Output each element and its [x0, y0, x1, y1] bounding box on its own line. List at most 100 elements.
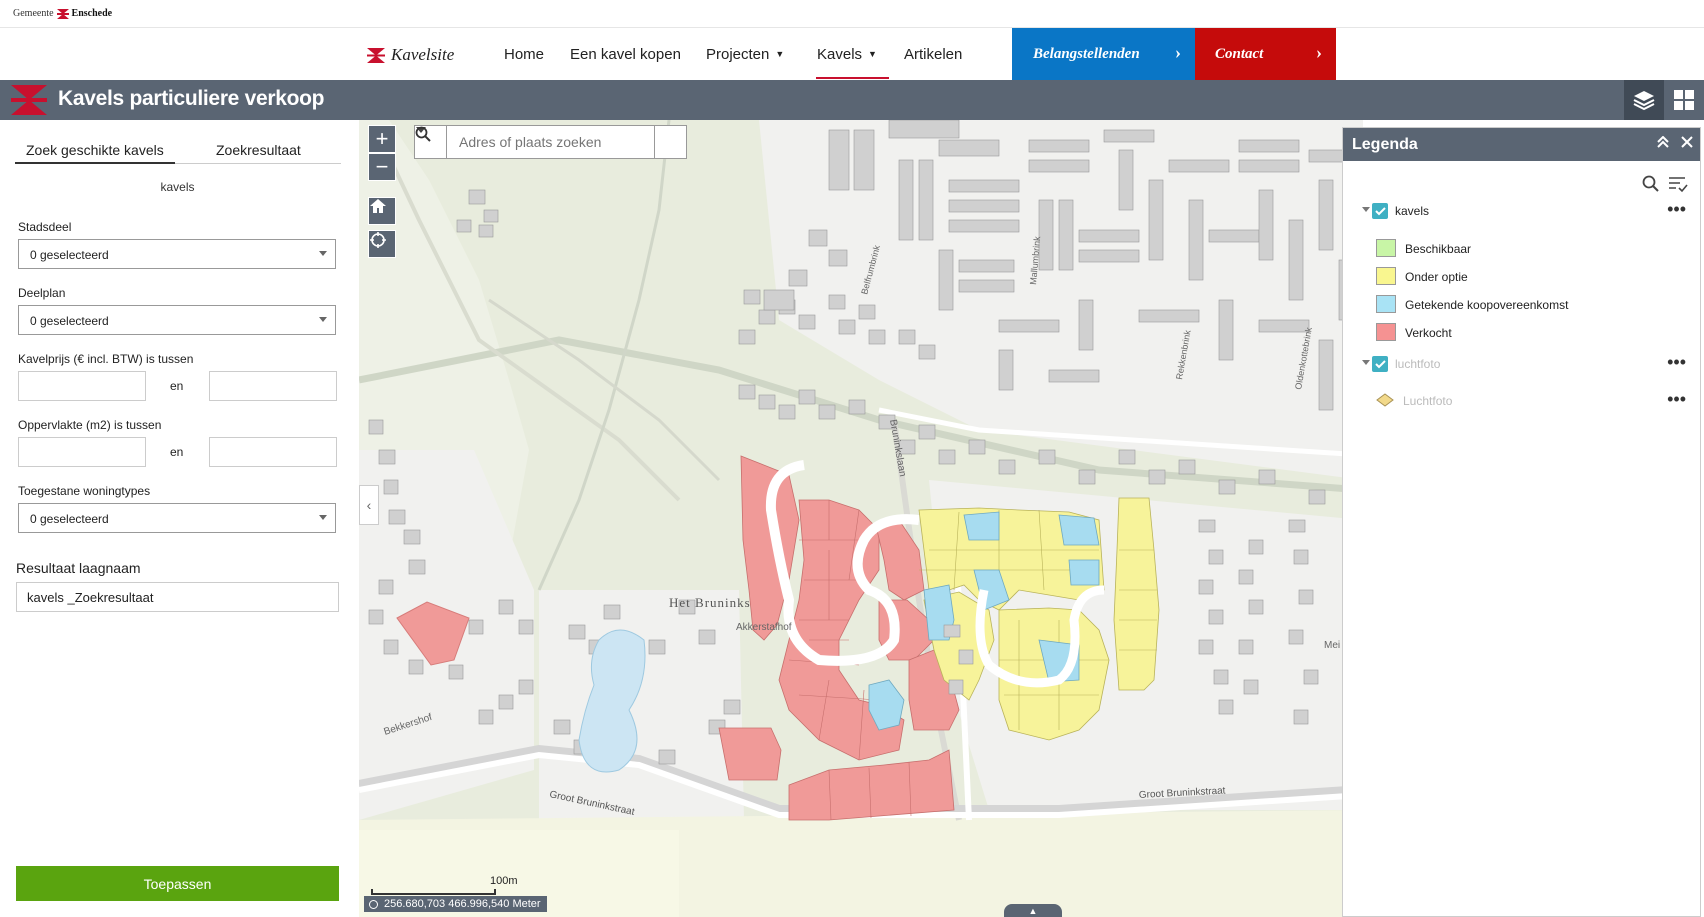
legend-item-luchtfoto: Luchtfoto •••: [1343, 389, 1700, 415]
legend-item-getekende-koopovereenkomst: Getekende koopovereenkomst: [1343, 295, 1700, 319]
chevron-right-icon: ›: [1175, 42, 1181, 62]
search-button[interactable]: [415, 126, 686, 158]
stadsdeel-select[interactable]: 0 geselecteerd: [18, 239, 336, 269]
legend-title: Legenda: [1352, 136, 1418, 153]
result-layer-label: Resultaat laagnaam: [16, 560, 141, 576]
coordinate-text: 256.680,703 466.996,540 Meter: [384, 898, 541, 910]
stadsdeel-value: 0 geselecteerd: [30, 248, 109, 262]
swatch-getekende-koopovereenkomst: [1376, 295, 1396, 313]
legend-item-onder-optie: Onder optie: [1343, 267, 1700, 291]
legend-search-icon[interactable]: [1642, 175, 1660, 193]
more-options-icon[interactable]: •••: [1667, 352, 1686, 373]
expand-arrow-icon[interactable]: [1362, 360, 1370, 365]
brand-prefix: Gemeente: [13, 8, 54, 19]
deelplan-value: 0 geselecteerd: [30, 314, 109, 328]
search-input[interactable]: [447, 126, 654, 158]
label-het-bruninks: Het Bruninks: [669, 595, 751, 610]
nav-projecten[interactable]: Projecten ▼: [706, 46, 784, 63]
contact-button[interactable]: Contact ›: [1195, 28, 1336, 80]
kavelsite-logo[interactable]: Kavelsite: [367, 45, 454, 65]
woningtypes-value: 0 geselecteerd: [30, 512, 109, 526]
enschede-logo-icon: [367, 47, 385, 63]
deelplan-label: Deelplan: [18, 286, 66, 300]
layer-row-luchtfoto[interactable]: luchtfoto •••: [1343, 352, 1700, 378]
nav-een-kavel-kopen[interactable]: Een kavel kopen: [570, 46, 681, 63]
locate-button[interactable]: [368, 230, 396, 258]
search-box: [414, 125, 687, 159]
more-options-icon[interactable]: •••: [1667, 199, 1686, 220]
dropdown-arrow-icon: [319, 317, 327, 322]
zoom-out-button[interactable]: −: [368, 153, 396, 181]
more-options-icon[interactable]: •••: [1667, 389, 1686, 410]
label-akkerstafhof: Akkerstafhof: [736, 622, 792, 633]
grid-icon: [1674, 90, 1694, 110]
legend-label-verkocht: Verkocht: [1405, 326, 1452, 340]
stadsdeel-label: Stadsdeel: [18, 220, 72, 234]
nav-artikelen[interactable]: Artikelen: [904, 46, 962, 63]
nav-kavels[interactable]: Kavels ▼: [817, 46, 877, 63]
tab-zoekresultaat[interactable]: Zoekresultaat: [216, 142, 301, 158]
belangstellenden-button[interactable]: Belangstellenden ›: [1012, 28, 1195, 80]
nav-projecten-label: Projecten: [706, 46, 770, 63]
scale-line: [371, 889, 496, 895]
attribute-table-toggle[interactable]: ▲: [1004, 904, 1062, 917]
collapse-icon[interactable]: [1656, 135, 1670, 152]
oppervlakte-label: Oppervlakte (m2) is tussen: [18, 418, 162, 432]
x-icon: [1681, 136, 1693, 148]
swatch-beschikbaar: [1376, 239, 1396, 257]
collapse-panel-button[interactable]: ‹: [359, 485, 379, 525]
home-button[interactable]: [368, 197, 396, 225]
filter-list-icon[interactable]: [1668, 175, 1688, 193]
coordinate-readout[interactable]: 256.680,703 466.996,540 Meter: [364, 896, 547, 912]
layer-row-kavels[interactable]: kavels •••: [1343, 199, 1700, 225]
legend-item-beschikbaar: Beschikbaar: [1343, 239, 1700, 263]
expand-arrow-icon[interactable]: [1362, 207, 1370, 212]
swatch-onder-optie: [1376, 267, 1396, 285]
caret-down-icon: ▼: [868, 49, 877, 59]
deelplan-select[interactable]: 0 geselecteerd: [18, 305, 336, 335]
nav-home[interactable]: Home: [504, 46, 544, 63]
layer-label: kavels: [160, 180, 195, 194]
swatch-verkocht: [1376, 323, 1396, 341]
legend-header: Legenda: [1343, 128, 1700, 161]
apply-button[interactable]: Toepassen: [16, 866, 339, 901]
raster-icon: [1376, 393, 1394, 407]
nav-kavels-label: Kavels: [817, 46, 863, 63]
oppervlakte-min-input[interactable]: [18, 437, 146, 467]
check-icon: [1374, 206, 1386, 215]
active-tab-indicator: [15, 162, 175, 164]
close-icon[interactable]: [1681, 135, 1693, 152]
kavelprijs-label: Kavelprijs (€ incl. BTW) is tussen: [18, 352, 194, 366]
app-title: Kavels particuliere verkoop: [58, 87, 325, 110]
map-view[interactable]: Het Bruninks Akkerstafhof Bruninkslaan B…: [359, 120, 1363, 917]
tab-zoek-geschikte-kavels[interactable]: Zoek geschikte kavels: [26, 142, 164, 158]
municipality-brand[interactable]: Gemeente Enschede: [13, 8, 112, 19]
search-icon: [415, 126, 431, 142]
check-icon: [1374, 359, 1386, 368]
widgets-button[interactable]: [1664, 80, 1704, 120]
caret-down-icon: ▼: [775, 49, 785, 59]
belangstellenden-label: Belangstellenden: [1033, 45, 1140, 62]
scale-label: 100m: [490, 875, 518, 887]
kavelprijs-min-input[interactable]: [18, 371, 146, 401]
zoom-in-button[interactable]: +: [368, 125, 396, 153]
layer-name-kavels: kavels: [1395, 204, 1430, 218]
home-icon: [370, 199, 386, 213]
active-nav-indicator: [816, 77, 889, 79]
chevron-right-icon: ›: [1316, 42, 1322, 62]
layers-button[interactable]: [1624, 80, 1664, 120]
dropdown-arrow-icon: [319, 251, 327, 256]
oppervlakte-max-input[interactable]: [209, 437, 337, 467]
site-name: Kavelsite: [391, 45, 455, 64]
main-navigation: Kavelsite Home Een kavel kopen Projecten…: [0, 28, 1704, 80]
result-layer-input[interactable]: kavels _Zoekresultaat: [16, 582, 339, 612]
checkbox-kavels[interactable]: [1372, 203, 1388, 219]
woningtypes-label: Toegestane woningtypes: [18, 484, 151, 498]
woningtypes-select[interactable]: 0 geselecteerd: [18, 503, 336, 533]
kavelprijs-max-input[interactable]: [209, 371, 337, 401]
checkbox-luchtfoto[interactable]: [1372, 356, 1388, 372]
basemap: Het Bruninks Akkerstafhof Bruninkslaan B…: [359, 120, 1363, 917]
chevron-left-icon: ‹: [366, 497, 372, 513]
legend-label-onder-optie: Onder optie: [1405, 270, 1468, 284]
contact-label: Contact: [1215, 45, 1264, 62]
